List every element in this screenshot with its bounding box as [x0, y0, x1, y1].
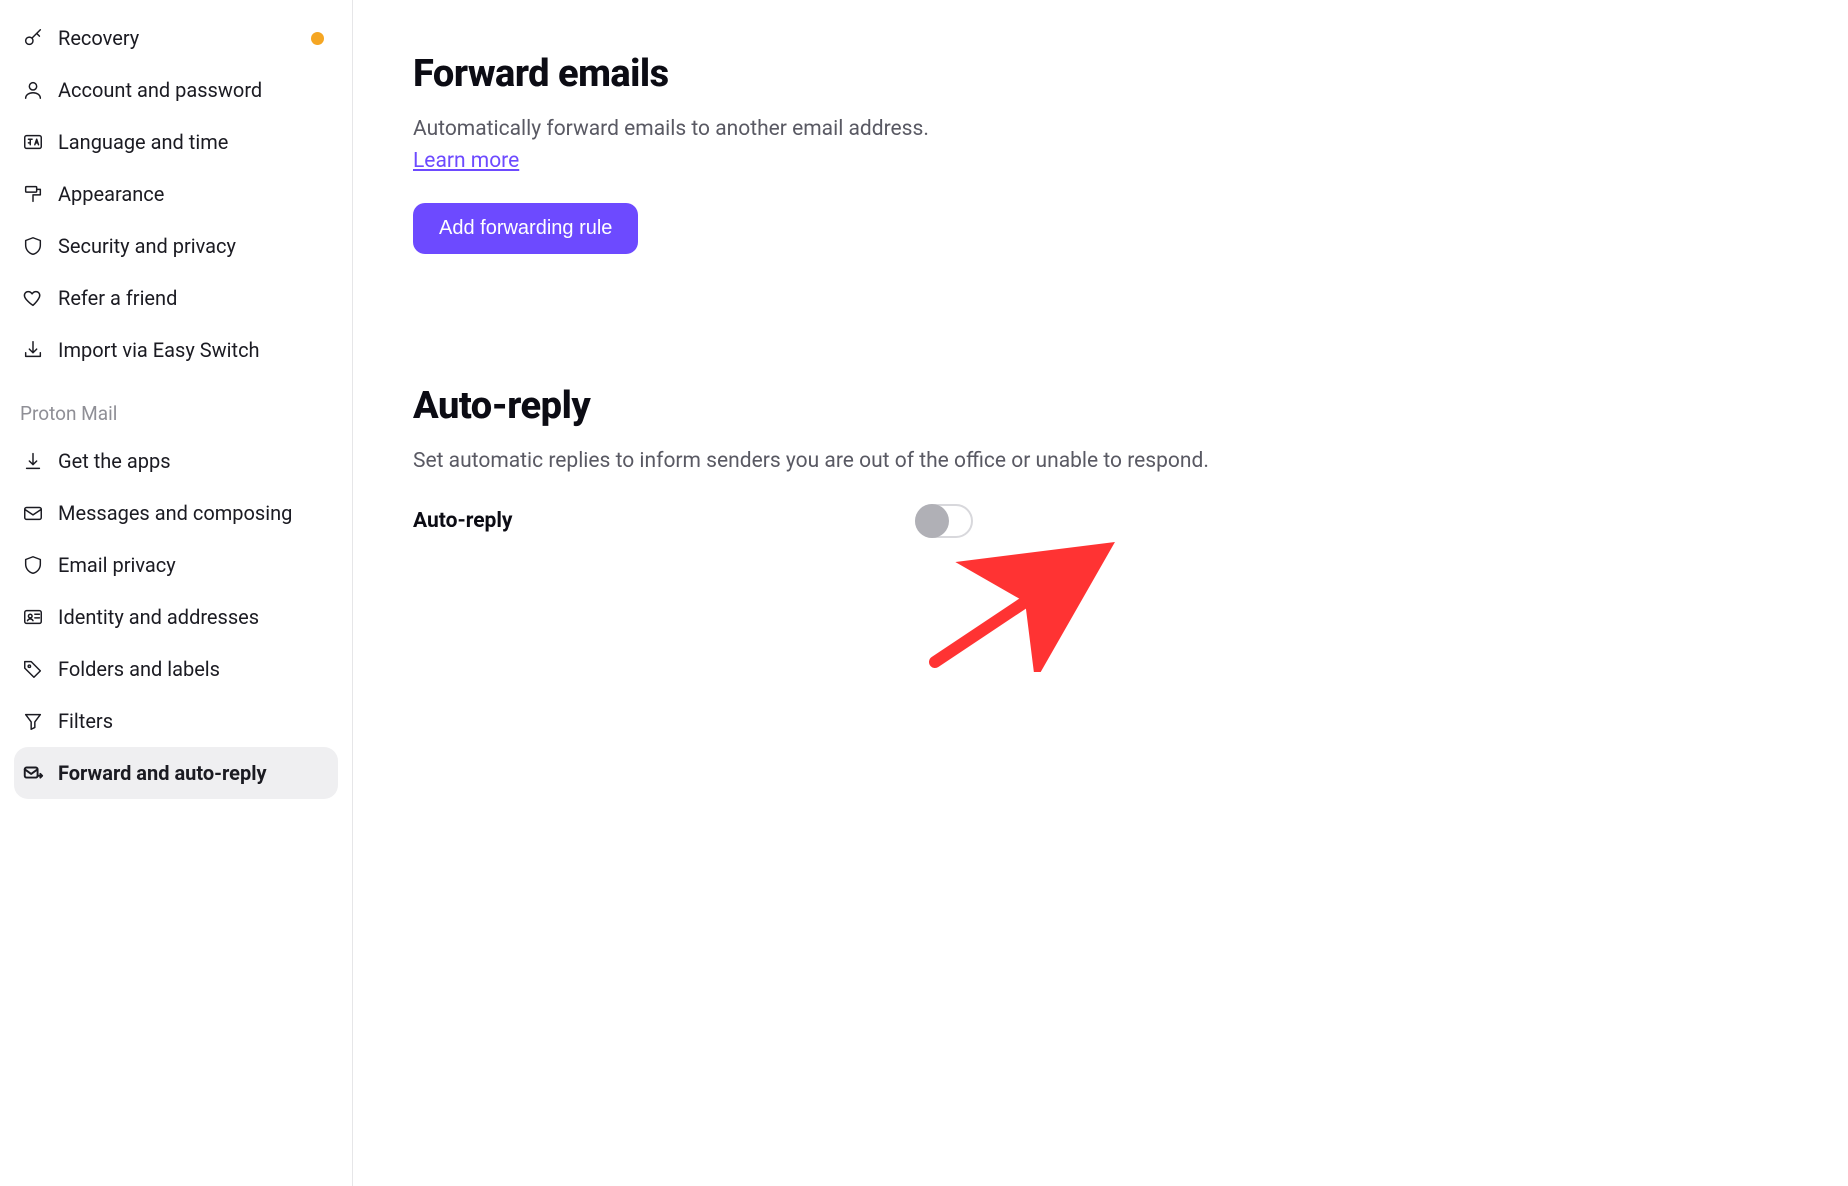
sidebar-group-label-protonmail: Proton Mail: [14, 390, 338, 435]
sidebar-item-appearance[interactable]: Appearance: [14, 168, 338, 220]
sidebar-item-label: Folders and labels: [58, 657, 220, 681]
notification-dot: [311, 32, 324, 45]
sidebar-protonmail-group: Get the apps Messages and composing Emai…: [14, 435, 338, 799]
sidebar-item-label: Identity and addresses: [58, 605, 259, 629]
annotation-arrow: [925, 542, 1115, 672]
shield-icon: [22, 554, 44, 576]
mail-forward-icon: [22, 762, 44, 784]
sidebar-item-label: Get the apps: [58, 449, 171, 473]
forward-section-title: Forward emails: [413, 52, 1613, 96]
sidebar-item-label: Appearance: [58, 182, 164, 206]
language-icon: [22, 131, 44, 153]
sidebar-item-folders-labels[interactable]: Folders and labels: [14, 643, 338, 695]
sidebar-item-identity-addresses[interactable]: Identity and addresses: [14, 591, 338, 643]
sidebar-item-import-easy-switch[interactable]: Import via Easy Switch: [14, 324, 338, 376]
sidebar-item-get-apps[interactable]: Get the apps: [14, 435, 338, 487]
shield-icon: [22, 235, 44, 257]
sidebar-item-label: Filters: [58, 709, 113, 733]
sidebar-item-email-privacy[interactable]: Email privacy: [14, 539, 338, 591]
auto-reply-toggle-row: Auto-reply: [413, 504, 973, 538]
forward-emails-section: Forward emails Automatically forward ema…: [413, 52, 1613, 254]
sidebar-item-label: Account and password: [58, 78, 262, 102]
settings-main: Forward emails Automatically forward ema…: [353, 0, 1848, 1186]
sidebar-item-language-time[interactable]: Language and time: [14, 116, 338, 168]
envelope-icon: [22, 502, 44, 524]
import-icon: [22, 339, 44, 361]
sidebar-item-label: Language and time: [58, 130, 228, 154]
forward-learn-more-link[interactable]: Learn more: [413, 149, 519, 173]
sidebar-item-messages-composing[interactable]: Messages and composing: [14, 487, 338, 539]
auto-reply-toggle-label: Auto-reply: [413, 509, 513, 533]
filter-icon: [22, 710, 44, 732]
settings-sidebar: Recovery Account and password Language a…: [0, 0, 353, 1186]
sidebar-item-label: Recovery: [58, 26, 139, 50]
tag-icon: [22, 658, 44, 680]
sidebar-item-label: Refer a friend: [58, 286, 177, 310]
forward-section-description: Automatically forward emails to another …: [413, 114, 1613, 177]
add-forwarding-rule-button[interactable]: Add forwarding rule: [413, 203, 638, 254]
download-icon: [22, 450, 44, 472]
paint-roller-icon: [22, 183, 44, 205]
sidebar-item-security-privacy[interactable]: Security and privacy: [14, 220, 338, 272]
sidebar-item-label: Forward and auto-reply: [58, 761, 267, 785]
sidebar-item-forward-autoreply[interactable]: Forward and auto-reply: [14, 747, 338, 799]
sidebar-item-label: Security and privacy: [58, 234, 236, 258]
sidebar-account-group: Recovery Account and password Language a…: [14, 12, 338, 376]
sidebar-item-refer-friend[interactable]: Refer a friend: [14, 272, 338, 324]
sidebar-item-label: Import via Easy Switch: [58, 338, 260, 362]
autoreply-section-description: Set automatic replies to inform senders …: [413, 446, 1613, 478]
sidebar-item-account-password[interactable]: Account and password: [14, 64, 338, 116]
sidebar-item-label: Messages and composing: [58, 501, 292, 525]
sidebar-item-recovery[interactable]: Recovery: [14, 12, 338, 64]
sidebar-item-filters[interactable]: Filters: [14, 695, 338, 747]
heart-icon: [22, 287, 44, 309]
sidebar-item-label: Email privacy: [58, 553, 176, 577]
auto-reply-toggle[interactable]: [915, 504, 973, 538]
toggle-knob: [915, 504, 949, 538]
autoreply-section-title: Auto-reply: [413, 384, 1613, 428]
key-icon: [22, 27, 44, 49]
auto-reply-section: Auto-reply Set automatic replies to info…: [413, 384, 1613, 538]
user-icon: [22, 79, 44, 101]
id-card-icon: [22, 606, 44, 628]
